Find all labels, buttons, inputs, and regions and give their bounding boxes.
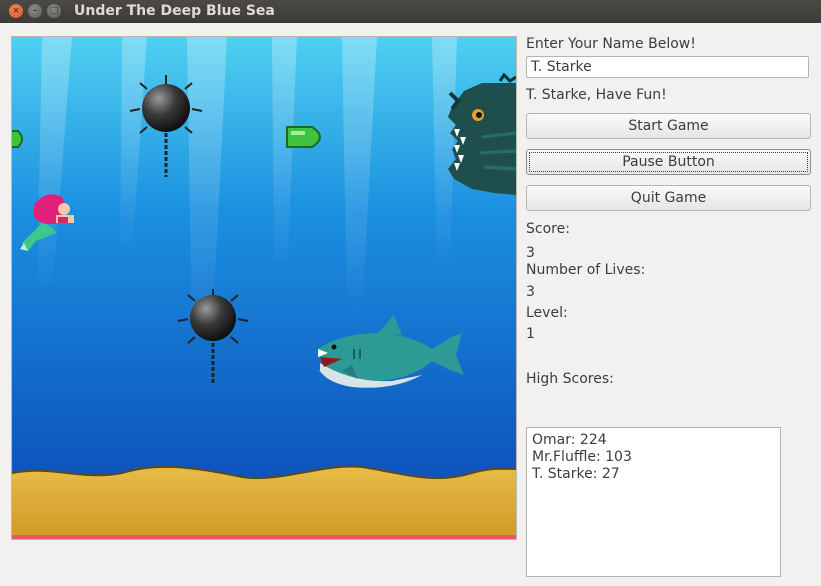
- level-label: Level:: [526, 305, 568, 321]
- close-icon: ×: [12, 6, 20, 16]
- window-titlebar: × – □ Under The Deep Blue Sea: [0, 0, 821, 23]
- window-title: Under The Deep Blue Sea: [74, 3, 275, 19]
- high-scores-label: High Scores:: [526, 371, 614, 387]
- pause-button[interactable]: Pause Button: [526, 149, 811, 175]
- quit-game-button[interactable]: Quit Game: [526, 185, 811, 211]
- score-value: 3: [526, 245, 535, 261]
- game-scene: [12, 37, 516, 539]
- high-score-item: Omar: 224: [532, 432, 607, 448]
- high-score-item: Mr.Fluffle: 103: [532, 449, 632, 465]
- player-name-input[interactable]: T. Starke: [526, 56, 809, 78]
- high-score-item: T. Starke: 27: [532, 466, 620, 482]
- lives-value: 3: [526, 284, 535, 300]
- lives-label: Number of Lives:: [526, 262, 646, 278]
- minimize-window-button[interactable]: –: [28, 4, 42, 18]
- maximize-icon: □: [49, 6, 59, 16]
- minimize-icon: –: [32, 6, 38, 16]
- level-value: 1: [526, 326, 535, 342]
- green-bullet-sprite: [12, 130, 23, 148]
- start-game-button[interactable]: Start Game: [526, 113, 811, 139]
- maximize-window-button[interactable]: □: [47, 4, 61, 18]
- close-window-button[interactable]: ×: [9, 4, 23, 18]
- green-bullet-sprite: [286, 126, 321, 148]
- high-scores-list[interactable]: Omar: 224 Mr.Fluffle: 103 T. Starke: 27: [526, 427, 781, 577]
- score-label: Score:: [526, 221, 570, 237]
- greeting-label: T. Starke, Have Fun!: [526, 87, 667, 103]
- game-canvas[interactable]: [11, 36, 517, 540]
- name-prompt-label: Enter Your Name Below!: [526, 36, 696, 52]
